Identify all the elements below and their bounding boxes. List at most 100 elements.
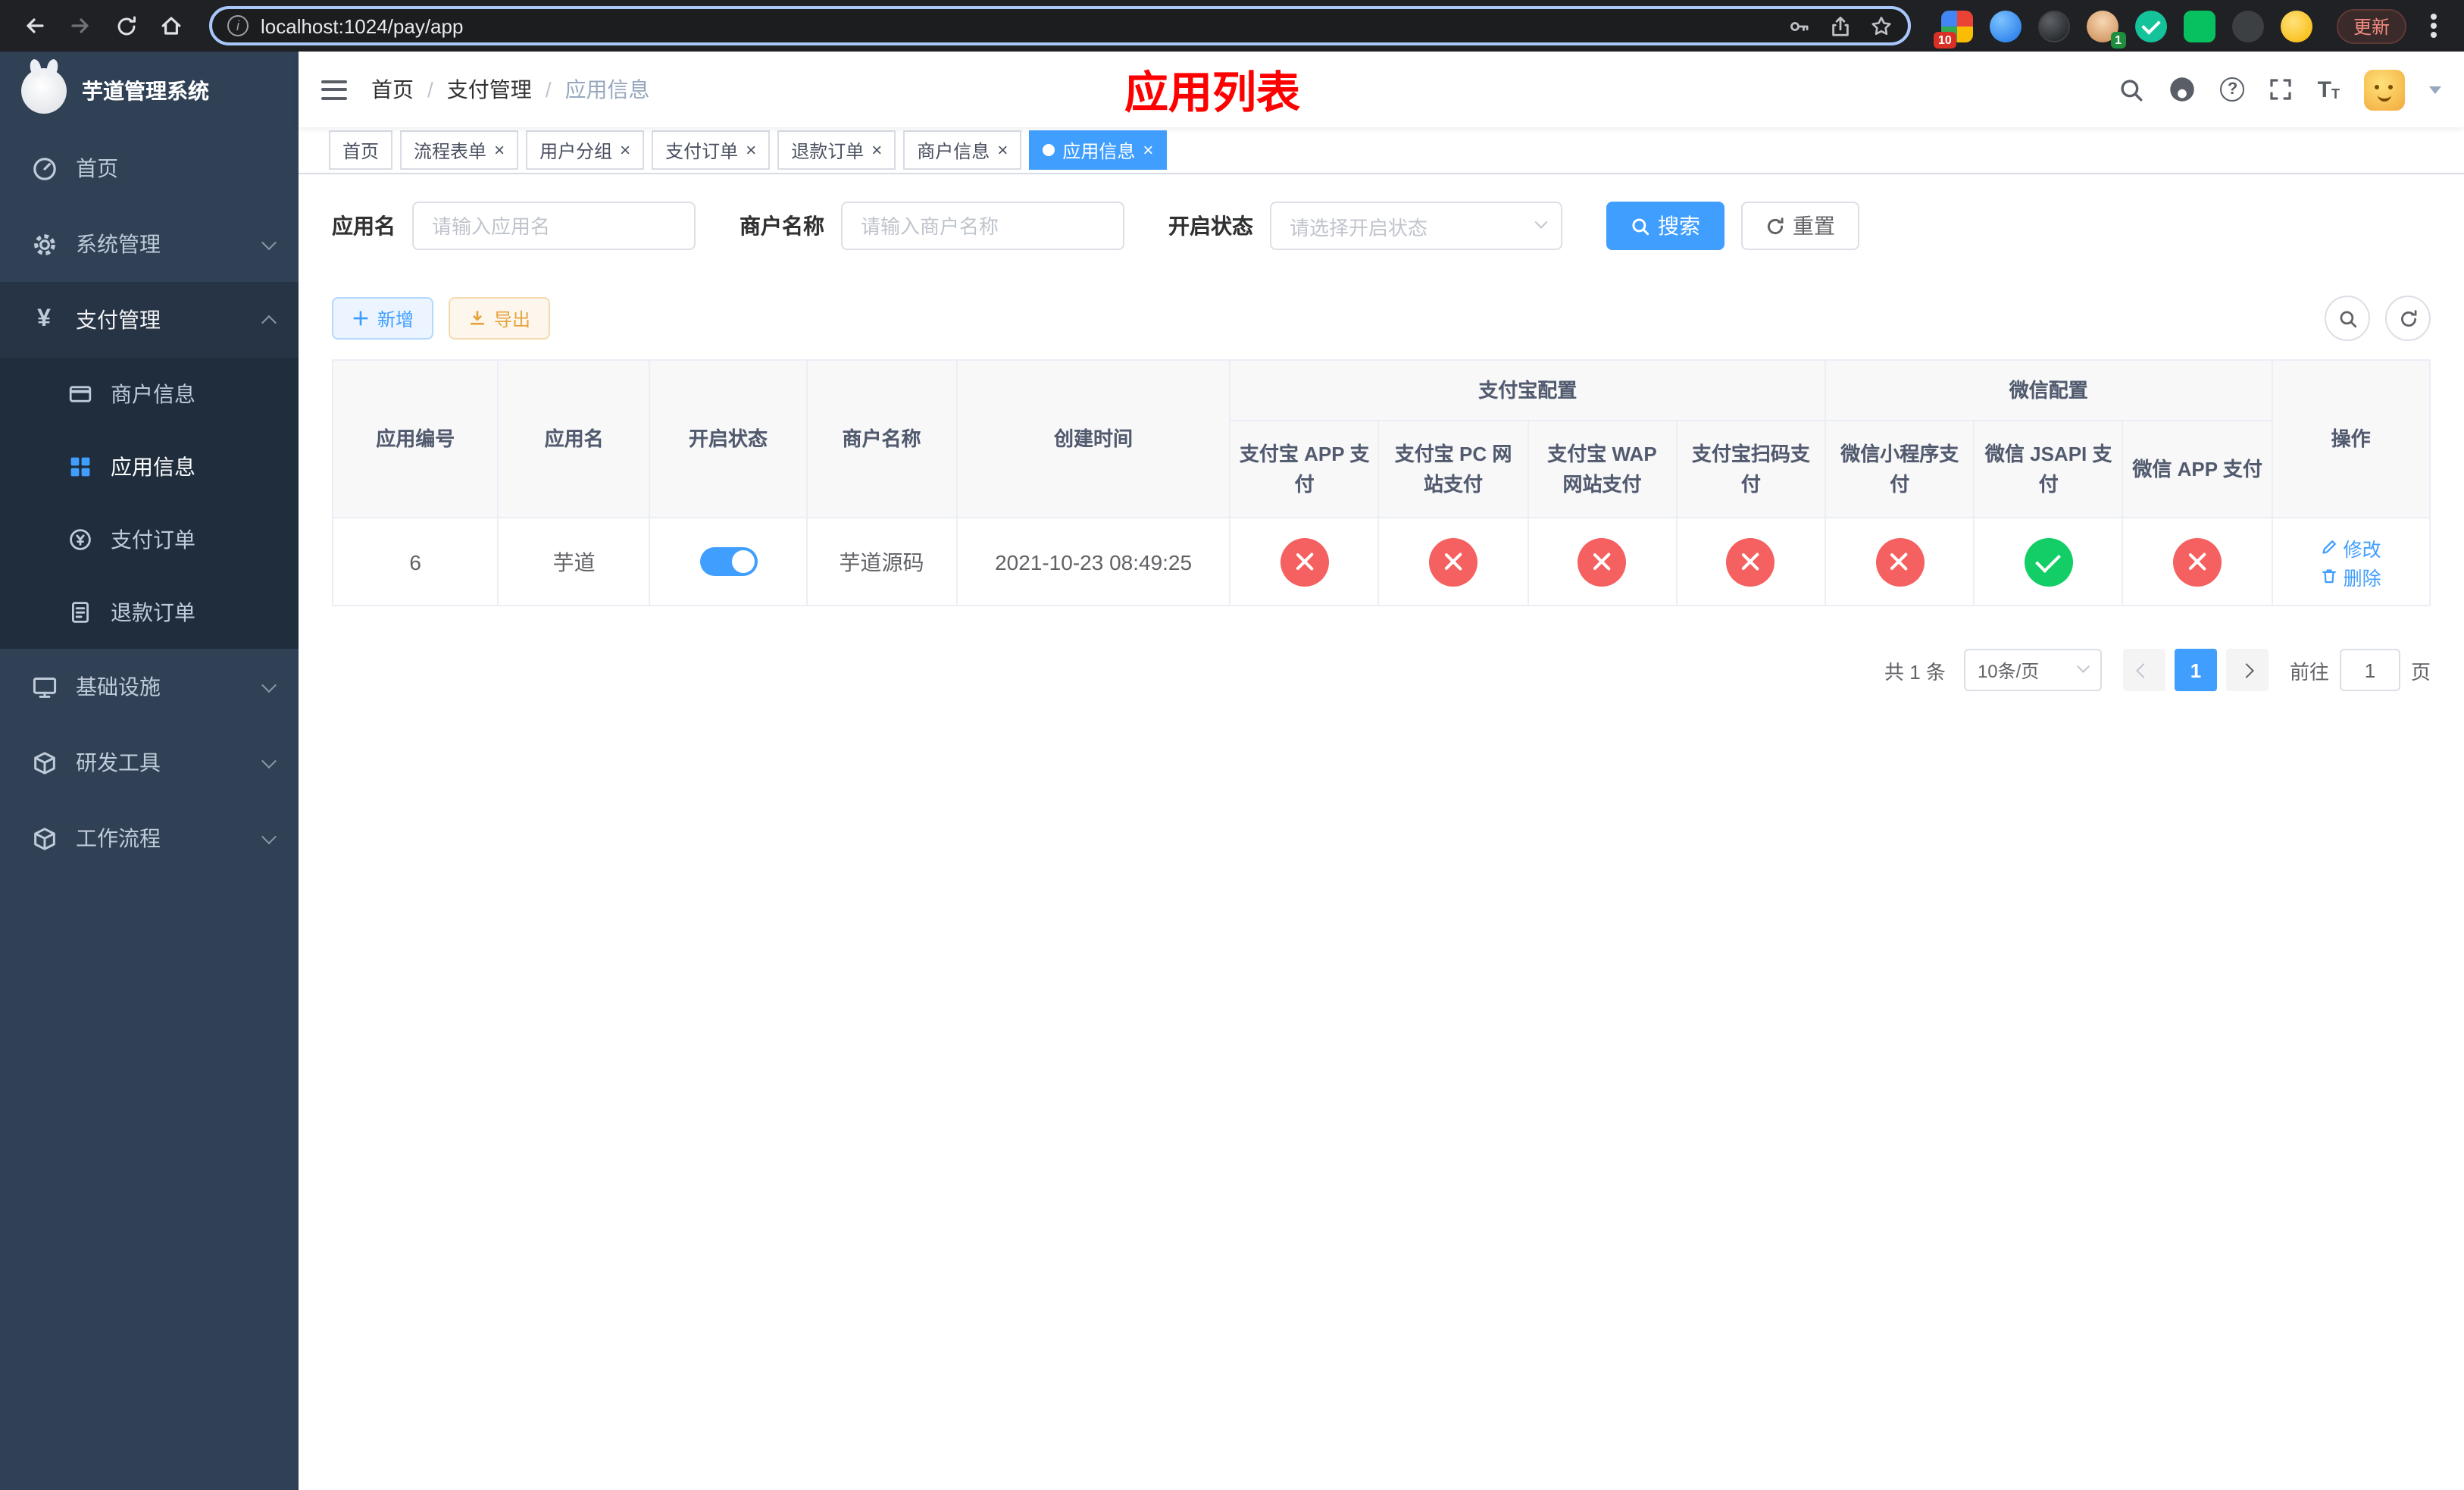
close-icon[interactable] [871,141,882,159]
tab-label: 首页 [342,140,380,161]
table-toolbar: 新增 导出 [332,296,2431,341]
close-icon[interactable] [620,141,630,159]
col-status: 开启状态 [649,359,808,518]
key-icon[interactable] [1788,14,1811,37]
add-button[interactable]: 新增 [332,297,434,340]
next-arrow-icon [2240,662,2255,678]
col-group-alipay: 支付宝配置 [1229,359,1827,421]
tab-process-form[interactable]: 流程表单 [400,130,519,170]
reset-button[interactable]: 重置 [1741,202,1859,250]
extension-avatar-icon[interactable]: 1 [2086,10,2126,48]
extension-drop-icon[interactable] [1989,10,2022,42]
sidebar-item-home[interactable]: 首页 [0,130,299,206]
app-header: 首页 支付管理 应用信息 应用列表 [299,52,2464,127]
refresh-table-button[interactable] [2385,296,2431,341]
status-icon [1429,537,1478,586]
sidebar-item-dev-tools[interactable]: 研发工具 [0,725,299,800]
merchant-name-input[interactable] [841,202,1124,250]
tab-home[interactable]: 首页 [329,130,393,170]
sidebar-item-payment[interactable]: 支付管理 [0,282,299,358]
cell-alipay-pc [1377,517,1529,606]
github-icon[interactable] [2169,76,2197,103]
col-alipay-wap: 支付宝 WAP 网站支付 [1527,420,1678,518]
extensions-area: 10 1 [1933,10,2312,48]
close-icon[interactable] [494,141,505,159]
browser-menu-icon[interactable] [2431,23,2437,29]
page-1-button[interactable]: 1 [2174,649,2217,691]
caret-down-icon[interactable] [2429,86,2441,93]
sidebar-item-merchant-info[interactable]: 商户信息 [0,358,299,430]
forward-button[interactable] [61,6,100,45]
tab-user-group[interactable]: 用户分组 [526,130,645,170]
prev-page-button[interactable] [2122,649,2165,691]
status-select[interactable]: 请选择开启状态 [1270,202,1562,250]
edit-link[interactable]: 修改 [2321,533,2381,562]
extension-colorwheel-icon[interactable]: 10 [1933,10,1973,48]
tab-app-info[interactable]: 应用信息 [1029,130,1168,170]
delete-link[interactable]: 删除 [2321,562,2381,590]
share-icon[interactable] [1829,14,1852,37]
goto-suffix: 页 [2410,660,2431,683]
prev-arrow-icon [2137,662,2152,678]
extension-check-icon[interactable] [2134,10,2167,42]
export-button[interactable]: 导出 [449,297,551,340]
url-text: localhost:1024/pay/app [261,14,464,37]
chevron-down-icon [1534,215,1548,229]
app-name-label: 应用名 [332,214,396,238]
next-page-button[interactable] [2225,649,2269,691]
dashboard-icon [30,155,58,181]
breadcrumb-payment[interactable]: 支付管理 [447,74,565,105]
sidebar-item-app-info[interactable]: 应用信息 [0,430,299,503]
profile-avatar-icon[interactable] [2280,10,2312,42]
pagination-total: 共 1 条 [1884,660,1946,683]
sidebar-item-infrastructure[interactable]: 基础设施 [0,649,299,725]
page-size-select[interactable]: 10条/页 [1963,649,2102,691]
close-icon[interactable] [746,141,756,159]
site-info-icon[interactable] [227,15,249,36]
tab-refund-order[interactable]: 退款订单 [777,130,896,170]
user-avatar[interactable] [2364,69,2405,110]
col-alipay-qr: 支付宝扫码支付 [1675,420,1827,518]
goto-page-input[interactable] [2339,649,2400,691]
close-icon[interactable] [1143,141,1153,159]
bookmark-star-icon[interactable] [1870,14,1893,37]
reload-button[interactable] [106,6,145,45]
home-button[interactable] [152,6,191,45]
sidebar-item-label: 首页 [76,156,118,180]
export-button-label: 导出 [494,308,531,330]
cell-alipay-wap [1527,517,1678,606]
search-icon[interactable] [2119,77,2145,102]
extension-pin-icon[interactable] [2231,10,2264,42]
chevron-down-icon [2078,660,2090,672]
cell-merchant: 芋道源码 [805,517,958,606]
close-icon[interactable] [997,141,1008,159]
search-button[interactable]: 搜索 [1606,202,1724,250]
breadcrumb-home[interactable]: 首页 [371,74,447,105]
app-name-input[interactable] [412,202,696,250]
sidebar-item-refund-order[interactable]: 退款订单 [0,576,299,649]
back-button[interactable] [15,6,55,45]
help-icon[interactable] [2220,77,2245,102]
extension-green-icon[interactable] [2183,10,2215,42]
url-bar[interactable]: localhost:1024/pay/app [209,6,1911,45]
tab-label: 退款订单 [791,140,865,161]
sidebar-item-pay-order[interactable]: 支付订单 [0,503,299,576]
tab-merchant-info[interactable]: 商户信息 [903,130,1022,170]
font-size-icon[interactable] [2318,78,2340,101]
tab-pay-order[interactable]: 支付订单 [652,130,771,170]
app-logo[interactable]: 芋道管理系统 [0,52,299,130]
sidebar-menu: 首页 系统管理 支付管理 [0,130,299,876]
pagination: 共 1 条 10条/页 1 前往 页 [332,649,2431,691]
hamburger-icon[interactable] [321,80,347,99]
app-table: 应用编号 应用名 开启状态 商户名称 创建时间 支付宝配置 微信配置 操作 支付… [331,359,2431,606]
browser-toolbar: localhost:1024/pay/app 10 1 更新 [0,0,2464,52]
toggle-search-button[interactable] [2325,296,2370,341]
extension-dark-icon[interactable] [2037,10,2070,42]
col-actions: 操作 [2271,359,2431,518]
fullscreen-icon[interactable] [2269,77,2294,102]
sidebar-item-system[interactable]: 系统管理 [0,206,299,282]
chrome-update-button[interactable]: 更新 [2336,8,2406,43]
status-toggle[interactable] [699,547,758,576]
sidebar-item-label: 基础设施 [76,675,161,699]
sidebar-item-workflow[interactable]: 工作流程 [0,800,299,876]
